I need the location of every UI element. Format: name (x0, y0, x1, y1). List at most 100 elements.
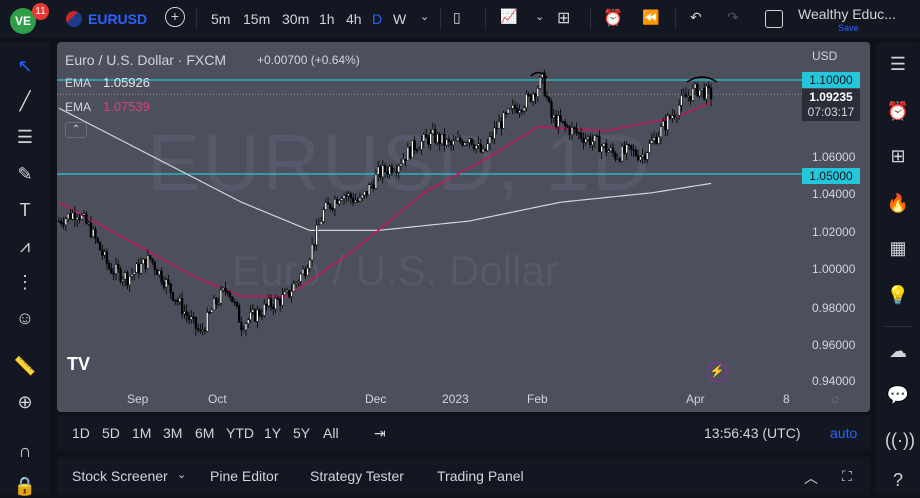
candle-body (340, 198, 343, 201)
emoji-icon[interactable]: ☺ (13, 306, 37, 330)
lock-icon[interactable]: 🔒 (13, 474, 37, 498)
candle-body (415, 149, 419, 152)
candle-body (265, 304, 268, 307)
candle-body (356, 200, 359, 202)
range-5d[interactable]: 5D (102, 425, 120, 441)
chevron-down-icon[interactable]: ⌄ (420, 10, 429, 23)
candle-body (336, 199, 339, 204)
alarm-clock-icon[interactable]: ⏰ (885, 98, 911, 124)
range-ytd[interactable]: YTD (226, 425, 254, 441)
compare-plus-icon[interactable]: + (165, 7, 185, 27)
add-list-icon[interactable]: ⊞ (885, 143, 911, 169)
price-chart[interactable] (57, 42, 870, 412)
candle-body (117, 264, 120, 270)
collapse-legend-button[interactable]: ⌃ (65, 122, 87, 138)
pattern-icon[interactable]: ⩘ (13, 234, 37, 258)
utc-clock[interactable]: 13:56:43 (UTC) (704, 425, 800, 441)
trendline-icon[interactable]: ╱ (13, 89, 37, 113)
broadcast-icon[interactable]: ((·)) (885, 427, 915, 453)
range-1y[interactable]: 1Y (264, 425, 281, 441)
interval-w[interactable]: W (393, 11, 406, 27)
tab-pine-editor[interactable]: Pine Editor (210, 468, 278, 484)
candle-body (443, 134, 446, 146)
chevron-down-icon[interactable]: ⌄ (177, 468, 186, 481)
watchlist-icon[interactable]: ☰ (885, 51, 911, 77)
range-1d[interactable]: 1D (72, 425, 90, 441)
candle-body (174, 299, 177, 302)
chevron-down-icon[interactable]: ⌄ (535, 10, 544, 23)
maximize-icon[interactable]: ⛶ (842, 468, 852, 485)
candle-body (281, 294, 284, 306)
messages-icon[interactable]: 💬 (885, 382, 911, 408)
save-button[interactable]: Save (838, 23, 859, 33)
brush-icon[interactable]: ✎ (13, 162, 37, 186)
candles-icon[interactable]: ▯ (453, 9, 461, 26)
ideas-bulb-icon[interactable]: 💡 (885, 282, 911, 308)
candle-body (582, 138, 585, 143)
range-5y[interactable]: 5Y (293, 425, 310, 441)
undo-icon[interactable]: ↶ (690, 9, 702, 26)
tab-trading-panel[interactable]: Trading Panel (437, 468, 524, 484)
time-tick: Feb (527, 392, 548, 406)
zoom-icon[interactable]: ⊕ (13, 390, 37, 414)
collapse-up-icon[interactable]: ︿ (804, 468, 818, 488)
settings-gear-icon[interactable]: ☼ (829, 390, 842, 406)
candle-body (85, 213, 88, 224)
candle-body (304, 268, 307, 276)
layout-square-icon[interactable] (765, 10, 783, 28)
interval-4h[interactable]: 4h (346, 11, 362, 27)
help-icon[interactable]: ? (885, 467, 911, 493)
notification-badge: 11 (32, 3, 49, 20)
chat-cloud-icon[interactable]: ☁ (885, 338, 911, 364)
cursor-icon[interactable]: ↖ (13, 54, 37, 78)
candle-body (609, 147, 612, 151)
candle-body (142, 259, 145, 264)
candle-body (586, 136, 590, 140)
range-6m[interactable]: 6M (195, 425, 214, 441)
forecast-icon[interactable]: ⋮ (13, 270, 37, 294)
interval-1h[interactable]: 1h (319, 11, 335, 27)
interval-5m[interactable]: 5m (211, 11, 230, 27)
fib-icon[interactable]: ☰ (13, 125, 37, 149)
layout-name[interactable]: Wealthy Educ... (798, 6, 896, 22)
candle-body (162, 281, 166, 288)
candle-body (92, 229, 95, 237)
candle-body (294, 282, 298, 285)
candle-body (689, 96, 692, 101)
range-all[interactable]: All (323, 425, 339, 441)
candle-body (180, 298, 184, 314)
hotlist-fire-icon[interactable]: 🔥 (885, 190, 911, 216)
candle-body (484, 148, 487, 152)
candle-body (529, 94, 533, 102)
magnet-icon[interactable]: ∩ (13, 439, 37, 463)
tab-stock-screener[interactable]: Stock Screener (72, 468, 168, 484)
interval-30m[interactable]: 30m (282, 11, 309, 27)
range-1m[interactable]: 1M (132, 425, 151, 441)
candle-body (532, 93, 535, 102)
range-3m[interactable]: 3M (163, 425, 182, 441)
alert-clock-icon[interactable]: ⏰ (603, 8, 623, 28)
text-icon[interactable]: T (13, 198, 37, 222)
candle-body (662, 121, 665, 127)
candle-body (263, 304, 266, 316)
lightning-icon[interactable]: ⚡ (707, 362, 727, 382)
interval-15m[interactable]: 15m (243, 11, 270, 27)
calendar-icon[interactable]: ▦ (885, 235, 911, 261)
candle-body (256, 309, 259, 322)
date-range-icon[interactable]: ⇥ (374, 425, 386, 442)
candle-body (575, 128, 578, 134)
auto-scale-toggle[interactable]: auto (830, 425, 857, 441)
symbol-search[interactable]: EURUSD (88, 11, 147, 27)
ruler-icon[interactable]: 📏 (13, 354, 37, 378)
layout-grid-icon[interactable]: ⊞ (557, 8, 570, 28)
interval-d[interactable]: D (372, 11, 382, 27)
candle-body (361, 194, 364, 199)
indicators-icon[interactable]: 📈 (500, 8, 517, 25)
chart-panel[interactable]: EURUSD, 1D Euro / U.S. Dollar Euro / U.S… (57, 42, 870, 412)
candle-body (509, 108, 512, 110)
replay-icon[interactable]: ⏪ (642, 9, 659, 26)
candle-body (365, 191, 368, 196)
redo-icon[interactable]: ↷ (727, 9, 739, 26)
tab-strategy-tester[interactable]: Strategy Tester (310, 468, 404, 484)
currency-selector[interactable]: USD (812, 49, 837, 63)
